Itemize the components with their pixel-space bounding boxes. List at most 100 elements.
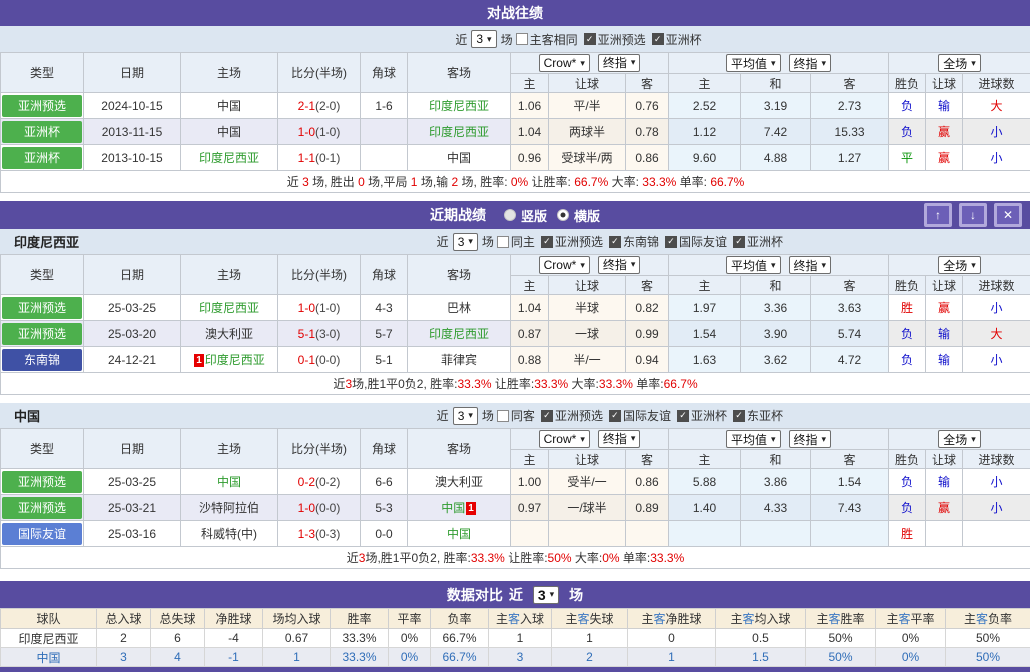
checkbox-亚洲预选[interactable]: ✓亚洲预选 <box>541 407 603 424</box>
layout-radio-竖版[interactable]: 竖版 <box>504 206 547 225</box>
layout-radio-横版[interactable]: 横版 <box>557 206 600 225</box>
text-segment: 单率: <box>676 175 710 189</box>
indonesia-filterbar: 印度尼西亚 近3▾场同主✓亚洲预选✓东南锦✓国际友谊✓亚洲杯 <box>0 229 1030 254</box>
header-select[interactable]: Crow*▾ <box>539 430 590 448</box>
select-value: 终指 <box>603 430 627 447</box>
column-subheader: 客 <box>626 276 669 295</box>
down-arrow-icon: ↓ <box>970 208 976 222</box>
checkbox-东南锦[interactable]: ✓东南锦 <box>609 233 659 250</box>
checkbox-label: 同客 <box>511 407 535 424</box>
checkbox-同客[interactable]: 同客 <box>497 407 535 424</box>
date-cell: 25-03-25 <box>84 469 181 495</box>
near-games-select[interactable]: 3▾ <box>471 30 496 48</box>
checkbox-亚洲杯[interactable]: ✓亚洲杯 <box>652 31 702 48</box>
date-cell: 24-12-21 <box>84 347 181 373</box>
header-select[interactable]: 终指▾ <box>789 54 832 72</box>
checkbox-东亚杯[interactable]: ✓东亚杯 <box>733 407 783 424</box>
recent-section: 近期战绩 竖版横版 ↑ ↓ ✕ 印度尼西亚 近3▾场同主✓亚洲预选✓东南锦✓国际… <box>0 201 1030 569</box>
league-badge: 亚洲杯 <box>2 147 82 169</box>
summary-text: 近3场,胜1平0负2, 胜率:33.3% 让胜率:33.3% 大率:33.3% … <box>1 373 1030 395</box>
checkbox-box <box>497 236 509 248</box>
compare-cell: 0% <box>876 648 946 667</box>
fulltime-score: 1-0 <box>298 301 315 315</box>
odds-cell: 0.76 <box>626 93 669 119</box>
compare-column-header: 胜率 <box>331 609 389 629</box>
avg-odds-cell: 2.73 <box>811 93 889 119</box>
text-segment: 净胜球 <box>215 612 251 626</box>
header-select[interactable]: 终指▾ <box>789 430 832 448</box>
text-segment: 33.3% <box>650 551 684 565</box>
compare-cell: 0% <box>389 648 431 667</box>
move-up-button[interactable]: ↑ <box>924 203 952 227</box>
checkbox-亚洲杯[interactable]: ✓亚洲杯 <box>733 233 783 250</box>
header-select[interactable]: 终指▾ <box>598 256 641 274</box>
text-segment: 33.3% <box>599 377 633 391</box>
header-select[interactable]: 终指▾ <box>789 256 832 274</box>
header-select[interactable]: 平均值▾ <box>726 54 781 72</box>
chevron-down-icon: ▾ <box>771 261 776 270</box>
column-header: 比分(半场) <box>278 53 361 93</box>
date-cell: 25-03-20 <box>84 321 181 347</box>
date-cell: 2013-10-15 <box>84 145 181 171</box>
checkbox-box: ✓ <box>584 33 596 45</box>
odds-cell: 受半/一 <box>549 469 626 495</box>
compare-cell: 1 <box>489 629 552 648</box>
home-team-cell: 沙特阿拉伯 <box>181 495 278 521</box>
column-header: 类型 <box>1 429 84 469</box>
compare-column-header: 净胜球 <box>205 609 263 629</box>
header-select[interactable]: 全场▾ <box>938 256 981 274</box>
text-segment: 均入球 <box>755 612 791 626</box>
radio-label: 横版 <box>574 206 600 225</box>
avg-odds-cell: 1.54 <box>669 321 741 347</box>
header-select[interactable]: 平均值▾ <box>726 430 781 448</box>
near-games-select[interactable]: 3▾ <box>453 233 478 251</box>
column-header: 客场 <box>408 255 511 295</box>
recent-title: 近期战绩 <box>430 205 486 225</box>
column-subheader: 让球 <box>926 74 963 93</box>
close-button[interactable]: ✕ <box>994 203 1022 227</box>
select-value: 平均值 <box>731 431 767 448</box>
checkbox-同主[interactable]: 同主 <box>497 233 535 250</box>
column-subheader: 让球 <box>549 276 626 295</box>
text-segment: 33.3% <box>457 377 491 391</box>
odds-cell: 0.78 <box>626 119 669 145</box>
text-segment: 场,胜1平0负2, 胜率: <box>352 377 457 391</box>
text-segment: 让胜率: <box>528 175 574 189</box>
avg-odds-cell: 3.36 <box>741 295 811 321</box>
header-select[interactable]: 终指▾ <box>598 430 641 448</box>
checkbox-亚洲预选[interactable]: ✓亚洲预选 <box>584 31 646 48</box>
summary-text: 近 3 场, 胜出 0 场,平局 1 场,输 2 场, 胜率: 0% 让胜率: … <box>1 171 1030 193</box>
header-select[interactable]: Crow*▾ <box>539 256 590 274</box>
compare-cell: 3 <box>489 648 552 667</box>
checkbox-国际友谊[interactable]: ✓国际友谊 <box>665 233 727 250</box>
header-select[interactable]: Crow*▾ <box>539 54 590 72</box>
home-team-cell: 科威特(中) <box>181 521 278 547</box>
text-segment: 近 <box>287 175 302 189</box>
checkbox-亚洲杯[interactable]: ✓亚洲杯 <box>677 407 727 424</box>
halftime-score: (1-0) <box>315 301 340 315</box>
header-select[interactable]: 全场▾ <box>938 54 981 72</box>
league-cell: 亚洲杯 <box>1 119 84 145</box>
checkbox-国际友谊[interactable]: ✓国际友谊 <box>609 407 671 424</box>
games-label: 场 <box>482 233 494 250</box>
compare-games-select[interactable]: 3 ▾ <box>533 586 559 604</box>
chevron-down-icon: ▾ <box>631 58 636 67</box>
move-down-button[interactable]: ↓ <box>959 203 987 227</box>
header-select[interactable]: 全场▾ <box>938 430 981 448</box>
checkbox-主客相同[interactable]: 主客相同 <box>516 31 578 48</box>
chevron-down-icon: ▾ <box>550 590 555 599</box>
column-header: 角球 <box>361 255 408 295</box>
checkbox-label: 亚洲杯 <box>666 31 702 48</box>
league-cell: 亚洲预选 <box>1 321 84 347</box>
odds-cell: 0.97 <box>511 495 549 521</box>
header-select[interactable]: 平均值▾ <box>726 256 781 274</box>
header-select[interactable]: 终指▾ <box>598 54 641 72</box>
away-team-cell: 中国 <box>408 145 511 171</box>
text-segment: 单率: <box>633 377 664 391</box>
compare-column-header: 主客均入球 <box>716 609 806 629</box>
near-games-select[interactable]: 3▾ <box>453 407 478 425</box>
halftime-score: (1-0) <box>315 125 340 139</box>
avg-odds-cell: 2.52 <box>669 93 741 119</box>
date-cell: 25-03-25 <box>84 295 181 321</box>
checkbox-亚洲预选[interactable]: ✓亚洲预选 <box>541 233 603 250</box>
